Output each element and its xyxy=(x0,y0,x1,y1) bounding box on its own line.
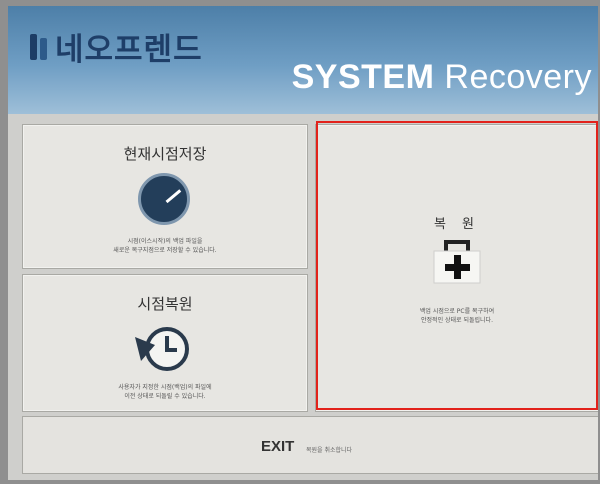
recover-desc-line2: 안정적인 상태로 되돌립니다. xyxy=(421,317,493,324)
clock-rollback-icon xyxy=(135,327,189,371)
header-banner: 네오프렌드 SYSTEM Recovery xyxy=(8,6,598,114)
save-title: 현재시점저장 xyxy=(123,145,207,163)
recover-description: 백업 시점으로 PC를 복구하여 안정적인 상태로 되돌립니다. xyxy=(316,307,598,325)
brand-name: 네오프렌드 xyxy=(55,32,203,68)
exit-button[interactable]: EXIT 복원을 취소합니다 xyxy=(22,416,598,474)
recover-desc-line1: 백업 시점으로 PC를 복구하여 xyxy=(419,308,495,315)
rollback-desc-line1: 사용자가 지정한 시점(백업)의 파일에 xyxy=(118,384,212,391)
rollback-description: 사용자가 지정한 시점(백업)의 파일에 이전 상태로 되돌릴 수 있습니다. xyxy=(23,383,307,401)
brand: 네오프렌드 xyxy=(30,24,203,69)
app-title-system: SYSTEM xyxy=(291,58,435,96)
save-current-point-button[interactable]: 현재시점저장 시점(이스시작)의 백업 파일을 새로운 복구지점으로 저장할 수… xyxy=(22,124,308,269)
first-aid-kit-icon xyxy=(433,240,481,284)
exit-label: EXIT xyxy=(261,438,295,455)
app-title: SYSTEM Recovery xyxy=(292,58,592,97)
gauge-icon xyxy=(138,173,190,225)
save-desc-line1: 시점(이스시작)의 백업 파일을 xyxy=(127,238,203,245)
brand-logo-icon xyxy=(30,33,47,60)
save-desc-line2: 새로운 복구지점으로 저장할 수 있습니다. xyxy=(113,247,217,254)
rollback-desc-line2: 이전 상태로 되돌릴 수 있습니다. xyxy=(124,393,206,400)
recover-title: 복 원 xyxy=(433,217,481,232)
save-description: 시점(이스시작)의 백업 파일을 새로운 복구지점으로 저장할 수 있습니다. xyxy=(23,237,307,255)
recovery-screen: 네오프렌드 SYSTEM Recovery 현재시점저장 시점(이스시작)의 백… xyxy=(8,6,598,480)
app-title-recovery: Recovery xyxy=(444,58,592,96)
recover-button[interactable]: 복 원 백업 시점으로 PC를 복구하여 안정적인 상태로 되돌립니다. xyxy=(315,124,598,412)
rollback-title: 시점복원 xyxy=(137,295,193,313)
exit-hint: 복원을 취소합니다 xyxy=(306,447,353,454)
restore-point-button[interactable]: 시점복원 사용자가 지정한 시점(백업)의 파일에 이전 상태로 되돌릴 수 있… xyxy=(22,274,308,412)
